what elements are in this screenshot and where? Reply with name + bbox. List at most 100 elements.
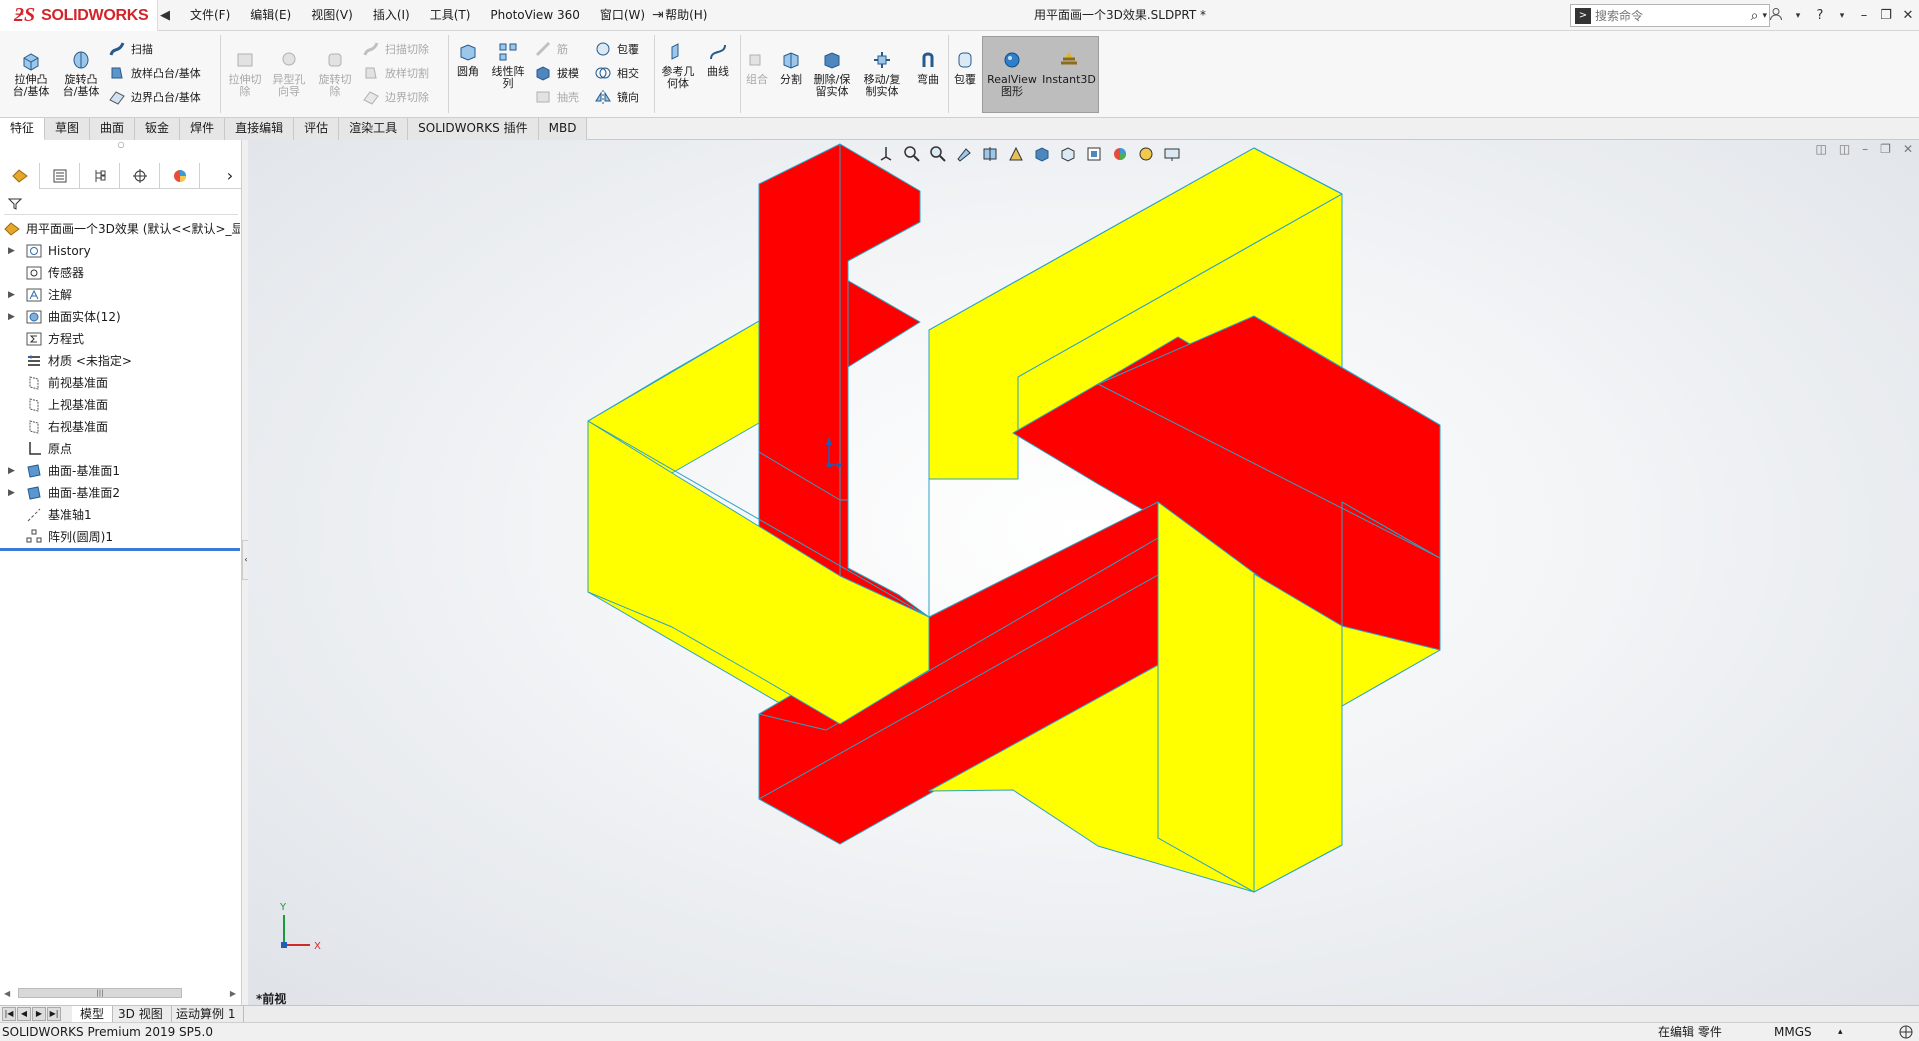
extrude-cut-button[interactable]: 拉伸切除 [224, 49, 266, 98]
intersect-button[interactable]: 相交 [594, 63, 639, 83]
tree-item-axis-1[interactable]: 基准轴1 [0, 504, 240, 526]
model-face[interactable] [1253, 573, 1343, 893]
menu-photoview[interactable]: PhotoView 360 [480, 0, 589, 31]
loft-cut-button[interactable]: 放样切割 [362, 63, 429, 83]
tab-dimxpert[interactable] [120, 163, 160, 189]
search-icon[interactable]: ⌕ [1749, 8, 1761, 24]
mirror-button[interactable]: 镜向 [594, 87, 639, 107]
minimize-icon[interactable]: – [1853, 8, 1875, 23]
realview-button[interactable]: RealView图形 [985, 49, 1039, 98]
tab-addins[interactable]: SOLIDWORKS 插件 [408, 118, 539, 140]
menu-expand-icon[interactable]: ◀ [160, 8, 170, 23]
fillet-button[interactable]: 圆角 [452, 41, 484, 78]
user-icon[interactable] [1765, 7, 1787, 25]
tab-mbd[interactable]: MBD [538, 118, 588, 140]
tree-item-front-plane[interactable]: 前视基准面 [0, 372, 240, 394]
hole-wizard-button[interactable]: 异型孔向导 [268, 49, 310, 98]
model-face[interactable] [758, 143, 841, 501]
split-button[interactable]: 分割 [774, 49, 808, 86]
shell-button[interactable]: 抽壳 [534, 87, 579, 107]
loft-boss-button[interactable]: 放样凸台/基体 [108, 63, 201, 83]
tree-item-origin[interactable]: 原点 [0, 438, 240, 460]
tab-render-tools[interactable]: 渲染工具 [339, 118, 409, 140]
chevron-right-icon[interactable]: › [218, 163, 242, 188]
scroll-left-icon[interactable]: ◀ [4, 989, 10, 998]
combine-button[interactable]: 组合 [742, 49, 772, 86]
tree-item-top-plane[interactable]: 上视基准面 [0, 394, 240, 416]
graphics-area[interactable]: ◫ ◫ – ❐ ✕ Y X [248, 140, 1919, 1005]
tab-direct-editing[interactable]: 直接编辑 [225, 118, 295, 140]
solidworks-logo[interactable]: ƻS SOLIDWORKS [0, 0, 158, 31]
draft-button[interactable]: 拔模 [534, 63, 579, 83]
help-icon[interactable]: ? [1809, 8, 1831, 23]
tree-item-surface-bodies[interactable]: ▶ 曲面实体(12) [0, 306, 240, 328]
tree-filter[interactable] [4, 193, 238, 215]
tab-motion-study-1[interactable]: 运动算例 1 [168, 1006, 245, 1023]
expand-arrow-icon[interactable]: ▶ [8, 460, 15, 482]
tab-evaluate[interactable]: 评估 [294, 118, 340, 140]
menu-file[interactable]: 文件(F) [180, 0, 240, 31]
tree-item-surface-plane-1[interactable]: ▶ 曲面-基准面1 [0, 460, 240, 482]
tree-item-sensors[interactable]: 传感器 [0, 262, 240, 284]
pin-menu-icon[interactable]: ⇥ [652, 7, 664, 23]
expand-arrow-icon[interactable]: ▶ [8, 240, 15, 262]
instant3d-button[interactable]: Instant3D [1041, 49, 1097, 86]
tree-item-right-plane[interactable]: 右视基准面 [0, 416, 240, 438]
tab-sheet-metal[interactable]: 钣金 [135, 118, 181, 140]
boundary-cut-button[interactable]: 边界切除 [362, 87, 429, 107]
tab-feature-tree[interactable] [0, 163, 40, 189]
menu-tools[interactable]: 工具(T) [420, 0, 481, 31]
expand-arrow-icon[interactable]: ▶ [8, 284, 15, 306]
tab-weldments[interactable]: 焊件 [180, 118, 226, 140]
boundary-boss-button[interactable]: 边界凸台/基体 [108, 87, 201, 107]
wrap2-button[interactable]: 包覆 [950, 49, 980, 86]
wrap-button[interactable]: 包覆 [594, 39, 639, 59]
last-tab-icon[interactable]: ▶| [47, 1007, 61, 1021]
tab-3d-views[interactable]: 3D 视图 [110, 1006, 172, 1023]
first-tab-icon[interactable]: |◀ [2, 1007, 16, 1021]
tree-item-material[interactable]: 材质 <未指定> [0, 350, 240, 372]
tree-item-circular-pattern-1[interactable]: 阵列(圆周)1 [0, 526, 240, 548]
user-dropdown-icon[interactable]: ▾ [1787, 11, 1809, 21]
rib-button[interactable]: 筋 [534, 39, 568, 59]
curves-button[interactable]: 曲线 [702, 41, 734, 78]
linear-pattern-button[interactable]: 线性阵列 [488, 41, 528, 90]
tab-property-manager[interactable] [40, 163, 80, 189]
move-copy-body-button[interactable]: 移动/复制实体 [860, 49, 904, 98]
scroll-thumb[interactable]: ||| [18, 988, 182, 998]
flex-button[interactable]: 弯曲 [912, 49, 944, 86]
tab-features[interactable]: 特征 [0, 118, 46, 140]
menu-insert[interactable]: 插入(I) [363, 0, 420, 31]
tree-root[interactable]: 用平面画一个3D效果 (默认<<默认>_显 [0, 218, 240, 240]
tree-item-equations[interactable]: 方程式 [0, 328, 240, 350]
tree-item-surface-plane-2[interactable]: ▶ 曲面-基准面2 [0, 482, 240, 504]
status-help-icon[interactable] [1898, 1023, 1914, 1041]
sweep-cut-button[interactable]: 扫描切除 [362, 39, 429, 59]
extrude-boss-button[interactable]: 拉伸凸台/基体 [8, 49, 54, 98]
sweep-button[interactable]: 扫描 [108, 39, 153, 59]
tab-display-manager[interactable] [160, 163, 200, 189]
rollback-bar[interactable] [0, 548, 240, 551]
model-geometry[interactable]: Y X [248, 140, 1919, 1005]
panel-grip-icon[interactable]: ○ [0, 140, 242, 152]
search-command-box[interactable]: > ⌕ ▾ [1570, 4, 1770, 27]
menu-edit[interactable]: 编辑(E) [240, 0, 301, 31]
tree-horizontal-scrollbar[interactable]: ◀ ||| ▶ [4, 985, 236, 1001]
help-dropdown-icon[interactable]: ▾ [1831, 11, 1853, 21]
expand-arrow-icon[interactable]: ▶ [8, 482, 15, 504]
expand-arrow-icon[interactable]: ▶ [8, 306, 15, 328]
tab-surfaces[interactable]: 曲面 [90, 118, 136, 140]
menu-view[interactable]: 视图(V) [301, 0, 363, 31]
unit-system[interactable]: MMGS [1774, 1023, 1812, 1041]
tab-model[interactable]: 模型 [72, 1006, 114, 1023]
tab-sketch[interactable]: 草图 [45, 118, 91, 140]
menu-window[interactable]: 窗口(W) [590, 0, 655, 31]
search-input[interactable] [1595, 8, 1749, 23]
units-dropdown-icon[interactable]: ▴ [1838, 1023, 1843, 1041]
menu-help[interactable]: 帮助(H) [655, 0, 717, 31]
next-tab-icon[interactable]: ▶ [32, 1007, 46, 1021]
tree-item-annotations[interactable]: ▶ 注解 [0, 284, 240, 306]
revolve-cut-button[interactable]: 旋转切除 [314, 49, 356, 98]
restore-icon[interactable]: ❐ [1875, 8, 1897, 23]
tree-item-history[interactable]: ▶ History [0, 240, 240, 262]
